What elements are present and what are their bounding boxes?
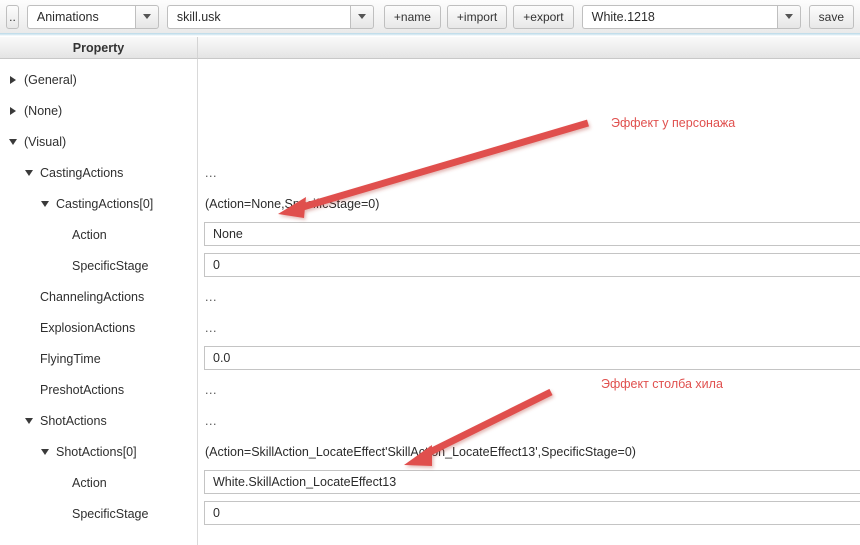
tree-item-visual[interactable]: (Visual) [0,126,66,157]
ellipsis-label: ... [205,289,217,304]
value-input[interactable]: White.SkillAction_LocateEffect13 [204,470,860,494]
tree-item-label: SpecificStage [72,506,149,521]
property-tree-panel: (General) (None) (Visual) CastingActions Cas… [0,59,198,545]
triangle-down-glyph [41,448,49,455]
tree-item-label: CastingActions [40,165,124,180]
file-combo-value[interactable]: skill.usk [166,4,350,29]
white-combo[interactable]: White.1218 [581,4,801,29]
toolbar-underline [0,33,860,36]
add-name-button[interactable]: +name [383,4,441,29]
triangle-down-glyph [25,417,33,424]
value-summary-label: (Action=SkillAction_LocateEffect'SkillAc… [205,444,636,459]
value-input[interactable]: 0 [204,253,860,277]
tree-item-label: (General) [24,72,77,87]
tree-item-shotactions[interactable]: ShotActions [0,405,107,436]
ellipsis-label: ... [205,320,217,335]
tree-item-label: FlyingTime [40,351,101,366]
value-input[interactable]: 0 [204,501,860,525]
chevron-down-icon [357,14,366,19]
triangle-down-icon[interactable] [6,138,20,145]
annotation-character-effect: Эффект у персонажа [611,116,736,130]
value-ellipsis-row: ... [199,374,217,405]
file-combo-arrow[interactable] [349,4,374,29]
tree-item-preshotactions[interactable]: PreshotActions [0,374,124,405]
tree-item-shotactions-0[interactable]: ShotActions[0] [0,436,137,467]
tree-item-castingactions[interactable]: CastingActions [0,157,123,188]
export-button[interactable]: +export [513,4,574,29]
tree-item-castingactions-0[interactable]: CastingActions[0] [0,188,153,219]
tree-item-action[interactable]: Action [0,219,107,250]
value-input[interactable]: 0.0 [204,346,860,370]
triangle-down-glyph [41,200,49,207]
value-ellipsis-row: ... [199,157,217,188]
tree-item-flyingtime[interactable]: FlyingTime [0,343,101,374]
value-input[interactable]: None [204,222,860,246]
animations-combo-arrow[interactable] [134,4,159,29]
value-panel: ... (Action=None,SpecificStage=0) None 0...… [199,59,860,545]
import-button[interactable]: +import [446,4,508,29]
toolbar: .. Animations skill.usk +name +import +e… [0,0,860,34]
tree-item-explosionactions[interactable]: ExplosionActions [0,312,135,343]
triangle-down-icon[interactable] [22,417,36,424]
tree-item-specificstage[interactable]: SpecificStage [0,250,148,281]
up-directory-button[interactable]: .. [6,4,19,29]
tree-item-label: ShotActions[0] [56,444,137,459]
tree-item-label: ShotActions [40,413,107,428]
tree-item-label: (None) [24,103,63,118]
file-combo[interactable]: skill.usk [166,4,374,29]
tree-item-label: Action [72,475,107,490]
annotation-heal-pillar-effect: Эффект столба хила [601,377,723,391]
animations-combo-value[interactable]: Animations [26,4,135,29]
property-column-header: Property [0,37,198,59]
triangle-down-glyph [25,169,33,176]
tree-item-action[interactable]: Action [0,467,107,498]
tree-item-label: ChannelingActions [40,289,145,304]
tree-item-label: SpecificStage [72,258,149,273]
save-button[interactable]: save [808,4,854,29]
triangle-down-icon[interactable] [38,200,52,207]
tree-item-label: ExplosionActions [40,320,136,335]
triangle-right-icon[interactable] [6,75,20,84]
triangle-right-glyph [10,106,16,115]
tree-item-label: (Visual) [24,134,67,149]
value-summary-label: (Action=None,SpecificStage=0) [205,196,380,211]
value-ellipsis-row: ... [199,405,217,436]
ellipsis-label: ... [205,413,217,428]
chevron-down-icon [142,14,151,19]
white-combo-value[interactable]: White.1218 [581,4,777,29]
triangle-down-icon[interactable] [38,448,52,455]
tree-item-channelingactions[interactable]: ChannelingActions [0,281,144,312]
value-text-row: (Action=None,SpecificStage=0) [199,188,379,219]
triangle-right-glyph [10,75,16,84]
value-column-header [198,37,860,59]
white-combo-arrow[interactable] [776,4,801,29]
value-ellipsis-row: ... [199,312,217,343]
tree-item-specificstage[interactable]: SpecificStage [0,498,148,529]
ellipsis-label: ... [205,382,217,397]
animations-combo[interactable]: Animations [26,4,159,29]
value-ellipsis-row: ... [199,281,217,312]
tree-item-label: CastingActions[0] [56,196,154,211]
triangle-down-icon[interactable] [22,169,36,176]
value-text-row: (Action=SkillAction_LocateEffect'SkillAc… [199,436,636,467]
tree-item-general[interactable]: (General) [0,64,77,95]
triangle-down-glyph [9,138,17,145]
tree-item-label: PreshotActions [40,382,125,397]
tree-item-none[interactable]: (None) [0,95,62,126]
triangle-right-icon[interactable] [6,106,20,115]
tree-item-label: Action [72,227,107,242]
chevron-down-icon [784,14,793,19]
ellipsis-label: ... [205,165,217,180]
